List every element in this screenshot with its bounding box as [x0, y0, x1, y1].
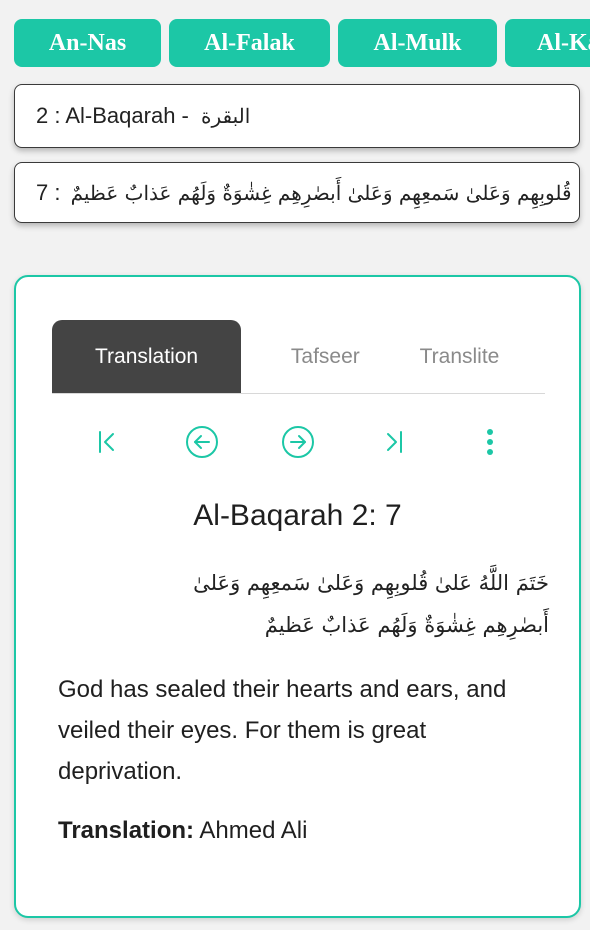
next-icon	[282, 426, 314, 458]
surah-chip-bar: An-NasAl-FalakAl-MulkAl-Kahf	[14, 19, 590, 68]
tab-tafseer[interactable]: Tafseer	[241, 320, 410, 393]
last-icon	[387, 431, 402, 453]
surah-chip-al-kahf[interactable]: Al-Kahf	[505, 19, 590, 67]
last-verse-button[interactable]	[372, 420, 416, 464]
verse-title: Al-Baqarah 2: 7	[193, 499, 402, 532]
previous-icon	[186, 426, 218, 458]
surah-chip-al-falak[interactable]: Al-Falak	[169, 19, 330, 67]
surah-select[interactable]: 2 : Al-Baqarah - البقرة	[14, 84, 580, 148]
tab-transliteration[interactable]: Translite	[410, 320, 545, 393]
next-verse-button[interactable]	[276, 420, 320, 464]
ayah-select-arabic: قُلوبِهِم وَعَلىٰ سَمعِهِم وَعَلىٰ أَبصٰ…	[70, 180, 572, 205]
translator-label: Translation:	[58, 817, 195, 844]
more-icon	[487, 429, 493, 455]
ayah-select-value: 7 :	[36, 179, 67, 205]
translator-credit: Translation: Ahmed Ali	[58, 817, 307, 845]
verse-arabic-text: خَتَمَ اللَّهُ عَلىٰ قُلوبِهِم وَعَلىٰ س…	[193, 571, 549, 637]
more-options-button[interactable]	[468, 420, 512, 464]
first-icon	[99, 431, 114, 453]
verse-nav	[52, 420, 545, 464]
surah-select-arabic: البقرة	[200, 104, 251, 128]
translator-name: Ahmed Ali	[194, 817, 308, 844]
previous-verse-button[interactable]	[180, 420, 224, 464]
surah-chip-an-nas[interactable]: An-Nas	[14, 19, 161, 67]
surah-select-value: 2 : Al-Baqarah -	[36, 103, 195, 128]
surah-chip-al-mulk[interactable]: Al-Mulk	[338, 19, 497, 67]
tab-bar: Translation Tafseer Translite	[52, 320, 545, 394]
verse-translation: God has sealed their hearts and ears, an…	[58, 676, 507, 785]
ayah-select[interactable]: 7 : قُلوبِهِم وَعَلىٰ سَمعِهِم وَعَلىٰ أ…	[14, 162, 580, 223]
tab-translation[interactable]: Translation	[52, 320, 242, 393]
verse-card: Translation Tafseer Translite Al-Baqarah…	[14, 275, 581, 918]
first-verse-button[interactable]	[85, 420, 129, 464]
